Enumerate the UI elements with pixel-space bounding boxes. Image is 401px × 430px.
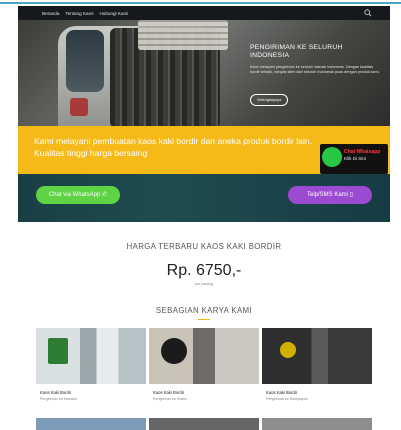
navbar: Beranda Tentang Kami Hubungi Kami [18,6,390,20]
gallery-card-title: Kaos Kaki Bordir [40,390,72,395]
gallery-card[interactable]: Kaos Kaki Bordir Pengiriman ke Klaten [149,328,259,401]
badge-emblem [280,342,296,358]
telp-sms-label: Telp/SMS Kami [307,192,349,198]
chat-whatsapp-button[interactable]: Chat via WhatsApp ✆ [36,186,120,204]
gallery-heading: SEBAGIAN KARYA KAMI [155,306,253,315]
hero-title: PENGIRIMAN KE SELURUH INDONESIA [250,44,343,59]
price-heading: HARGA TERBARU KAOS KAKI BORDIR [126,242,282,251]
gallery-card-subtitle: Pengiriman ke Klaten [153,397,188,401]
car-window [66,30,104,92]
gallery-card[interactable]: Kaos Kaki Bordir Pengiriman ke Manado [36,328,146,401]
whatsapp-badge-title: Chat Whatsapp [344,149,381,155]
phone-icon: ✆ [102,192,108,198]
gallery-image [149,328,259,384]
cargo-stack-top [138,20,228,50]
gallery-card-subtitle: Pengiriman ke Balikpapan [266,397,308,401]
gallery-image [36,328,146,384]
price-unit: per pasang [195,282,213,286]
gallery-card-title: Kaos Kaki Bordir [266,390,298,395]
hero-more-button[interactable]: Selengkapnya [250,94,289,106]
whatsapp-badge[interactable]: Chat Whatsapp Klik Di Sini [320,144,388,174]
hero-image [18,20,390,134]
chat-whatsapp-label: Chat via WhatsApp [48,192,101,198]
banner-text: Kami melayani pembuatan kaos kaki bordir… [34,136,313,158]
gallery-image-row2[interactable] [262,418,372,430]
badge-emblem [161,338,187,364]
whatsapp-badge-subtitle: Klik Di Sini [344,156,366,161]
hero-text: Kami melayani pengiriman ke seluruh daer… [250,65,380,74]
gallery-card[interactable]: Kaos Kaki Bordir Pengiriman ke Balikpapa… [262,328,372,401]
taillight [70,98,88,116]
heading-divider [198,319,210,320]
gallery-image-row2[interactable] [36,418,146,430]
gallery-image-row2[interactable] [149,418,259,430]
mobile-icon: ▯ [349,192,353,198]
gallery-card-subtitle: Pengiriman ke Manado [40,397,77,401]
top-frame-line [0,2,401,4]
page: Beranda Tentang Kami Hubungi Kami PENGIR… [18,6,390,430]
gallery-card-title: Kaos Kaki Bordir [153,390,185,395]
search-icon[interactable] [364,9,372,17]
nav-item-hubungi-kami[interactable]: Hubungi Kami [99,11,128,16]
whatsapp-logo-icon [322,147,342,167]
gallery-image [262,328,372,384]
nav-item-beranda[interactable]: Beranda [42,11,59,16]
telp-sms-button[interactable]: Telp/SMS Kami ▯ [288,186,372,204]
price-value: Rp. 6750,- [166,262,242,279]
nav-item-tentang-kami[interactable]: Tentang Kami [65,11,93,16]
badge-emblem [48,338,68,364]
